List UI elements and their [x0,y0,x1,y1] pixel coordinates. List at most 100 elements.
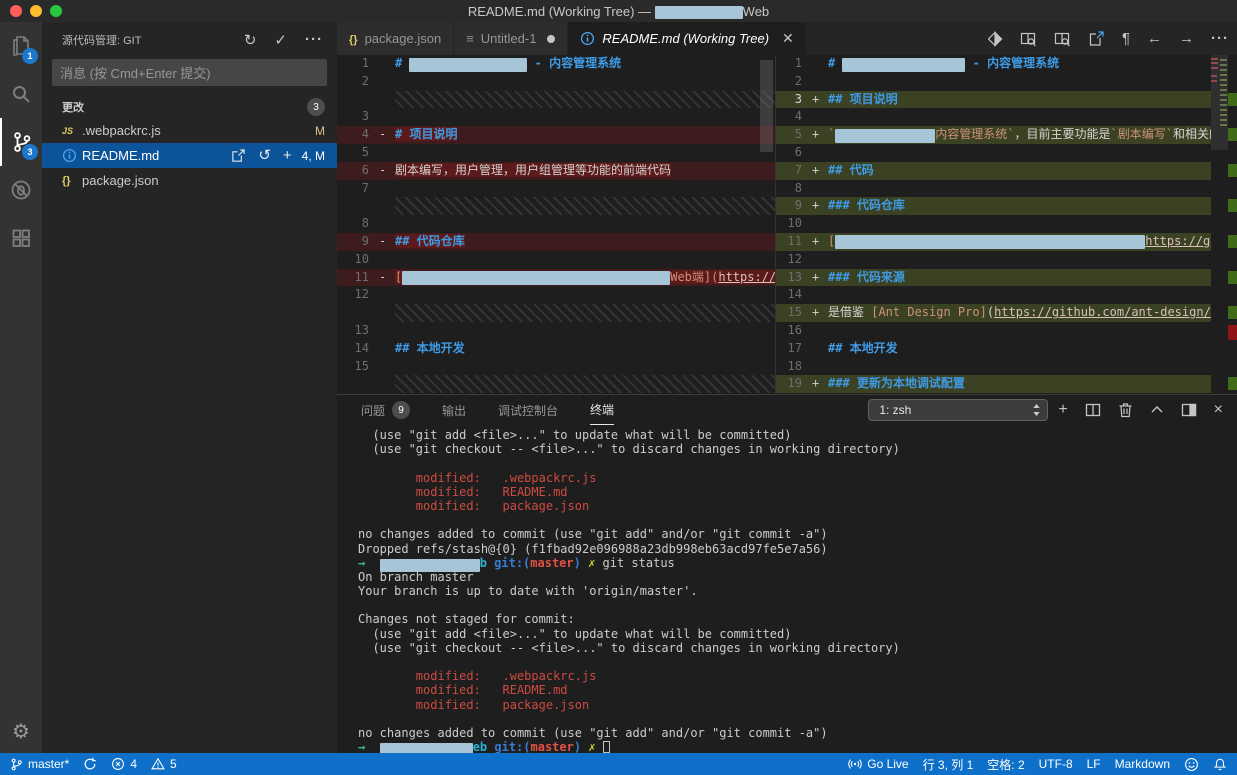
activity-debug[interactable] [0,166,42,214]
diff-marker: + [812,375,828,393]
stage-changes-icon[interactable]: + [283,148,292,163]
panel-tab-3[interactable]: 终端 [590,395,614,425]
split-terminal-icon[interactable] [1085,402,1101,418]
left-scrollbar[interactable] [760,60,773,152]
markdown-preview-icon[interactable] [1020,31,1037,47]
status-indentation[interactable]: 空格: 2 [987,756,1024,773]
terminal-line: modified: README.md [358,683,1237,697]
status-encoding-label: UTF-8 [1039,757,1073,771]
status-notifications[interactable] [1213,757,1227,772]
diff-line-original-1: 1# - 内容管理系统 [337,55,775,73]
status-errors-label: 4 [130,757,137,771]
diff-line-original-15: 15 [337,358,775,376]
kill-terminal-icon[interactable] [1118,402,1133,418]
ruler-added-mark [1228,93,1237,106]
status-bar: master* 4 5 Go Live 行 3, 列 1 空格: 2 UTF-8 LF Mar… [0,753,1237,775]
status-language[interactable]: Markdown [1115,757,1170,771]
activity-extensions[interactable] [0,214,42,262]
panel-tab-0[interactable]: 问题9 [361,395,410,425]
activity-explorer[interactable]: 1 [0,22,42,70]
extensions-icon [9,226,33,250]
diff-marker [379,358,395,376]
line-number: 9 [776,197,812,215]
minimize-window-button[interactable] [30,5,42,17]
terminal-line: (use "git checkout -- <file>..." to disc… [358,442,1237,456]
line-content [395,251,775,269]
file-row-README.md[interactable]: README.md↺+4, M [42,143,337,168]
tab-untitled-1[interactable]: ≡Untitled-1 [454,22,568,55]
refresh-icon[interactable]: ↻ [244,31,257,49]
tab-package-json[interactable]: {}package.json [337,22,454,55]
diff-line-original-7: 7 [337,180,775,198]
file-row-package.json[interactable]: {}package.json [42,168,337,193]
file-row-.webpackrc.js[interactable]: JS.webpackrc.jsM [42,118,337,143]
diff-line-original-13: 13 [337,322,775,340]
terminal-line [358,456,1237,470]
terminal-cursor [603,741,610,753]
navigate-back-icon[interactable]: ← [1147,30,1162,47]
line-content [395,73,775,91]
terminal-output[interactable]: (use "git add <file>..." to update what … [337,425,1237,753]
changes-section-label[interactable]: 更改 [62,99,84,115]
more-actions-icon[interactable]: ··· [305,31,323,48]
status-cursor-position[interactable]: 行 3, 列 1 [923,756,974,773]
status-cursor-position-label: 行 3, 列 1 [923,756,974,773]
activity-source-control[interactable]: 3 [0,118,42,166]
close-window-button[interactable] [10,5,22,17]
diff-line-modified-12: 12 [776,251,1211,269]
status-branch[interactable]: master* [10,757,69,772]
status-warnings-label: 5 [170,757,177,771]
sync-icon [83,757,97,771]
line-content: [Web端](https://g [395,269,775,287]
diff-line-modified-2: 2 [776,73,1211,91]
line-number: 12 [337,286,379,304]
new-terminal-icon[interactable]: + [1058,402,1067,418]
status-go-live[interactable]: Go Live [848,757,908,771]
diff-modified-pane[interactable]: 1# - 内容管理系统23+## 项目说明45+`内容管理系统`，目前主要功能是… [775,55,1237,394]
pilcrow-whitespace-icon[interactable]: ¶ [1122,30,1130,47]
diff-editor[interactable]: 1# - 内容管理系统234-# 项目说明56-剧本编写，用户管理，用户组管理等… [337,55,1237,394]
commit-message-input[interactable]: 消息 (按 Cmd+Enter 提交) [52,59,327,86]
diff-line-original-14: 14## 本地开发 [337,340,775,358]
discard-changes-icon[interactable]: ↺ [258,148,271,163]
diff-line-original-5: 5 [337,144,775,162]
zoom-window-button[interactable] [50,5,62,17]
tab-readme-md-working-tree-[interactable]: README.md (Working Tree)✕ [568,22,806,55]
status-warnings[interactable]: 5 [151,757,177,771]
diff-marker [812,180,828,198]
open-file-icon[interactable] [1088,30,1105,47]
status-sync[interactable] [83,757,97,771]
source-control-badge: 3 [22,144,38,160]
manage-settings[interactable]: ⚙ [0,709,42,753]
close-tab-icon[interactable]: ✕ [782,30,794,47]
panel-tab-1[interactable]: 输出 [442,395,466,425]
diff-line-modified-7: 7+## 代码 [776,162,1211,180]
diff-line-modified-3: 3+## 项目说明 [776,91,1211,109]
line-content: # - 内容管理系统 [828,55,1211,73]
activity-search[interactable] [0,70,42,118]
terminal-line: Dropped refs/stash@{0} (f1fbad92e096988a… [358,542,1237,556]
open-file-icon[interactable] [231,148,246,163]
open-changes-view-icon[interactable] [987,31,1003,47]
terminal-picker[interactable]: 1: zsh [868,399,1048,421]
panel-tab-2[interactable]: 调试控制台 [498,395,558,425]
diff-marker: + [812,126,828,144]
status-go-live-label: Go Live [867,757,908,771]
more-editor-actions-icon[interactable]: ··· [1211,30,1229,47]
maximize-panel-icon[interactable] [1150,403,1164,417]
toggle-panel-layout-icon[interactable] [1181,402,1197,418]
markdown-preview-side-icon[interactable] [1054,31,1071,47]
status-feedback[interactable] [1184,757,1199,772]
commit-check-icon[interactable]: ✓ [274,31,287,49]
status-encoding[interactable]: UTF-8 [1039,757,1073,771]
diff-original-pane[interactable]: 1# - 内容管理系统234-# 项目说明56-剧本编写，用户管理，用户组管理等… [337,55,775,394]
terminal-line: no changes added to commit (use "git add… [358,726,1237,740]
minimap[interactable] [1211,55,1228,394]
status-eol[interactable]: LF [1087,757,1101,771]
status-errors[interactable]: 4 [111,757,137,771]
navigate-forward-icon[interactable]: → [1179,30,1194,47]
line-number: 4 [776,108,812,126]
close-panel-icon[interactable]: × [1214,402,1223,418]
diff-marker [812,251,828,269]
line-number: 7 [776,162,812,180]
